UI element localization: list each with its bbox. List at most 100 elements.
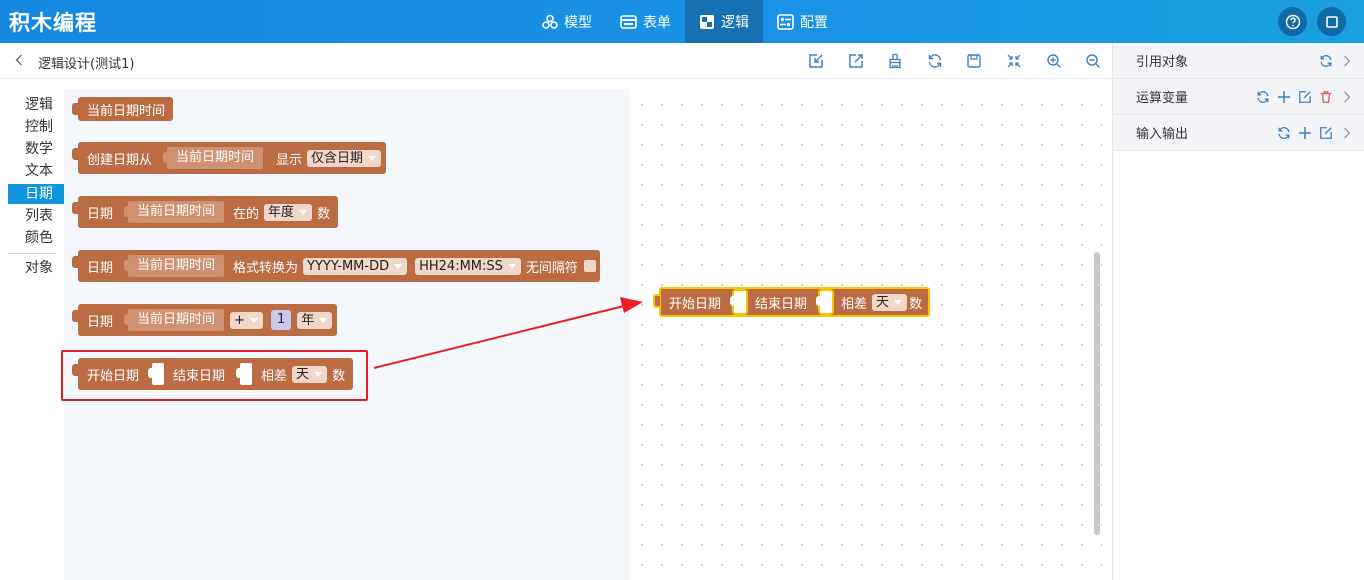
category-control[interactable]: 控制: [8, 117, 64, 137]
block-input-datetime[interactable]: 当前日期时间: [124, 255, 225, 277]
export-icon: [848, 54, 863, 68]
block-label: 相差: [841, 296, 868, 312]
dropdown-arrow-icon: [249, 315, 259, 325]
refresh-icon[interactable]: [1255, 89, 1271, 105]
block-create-date[interactable]: 创建日期从 当前日期时间 显示 仅含日期: [72, 142, 387, 174]
refresh-icon[interactable]: [1318, 53, 1334, 69]
block-label: 结束日期: [755, 296, 808, 312]
right-panel: 引用对象 运算变量 输入输出: [1112, 43, 1364, 580]
model-icon: [542, 14, 558, 29]
block-label: 格式转换为: [233, 260, 299, 276]
right-panel-body: [1113, 151, 1364, 580]
tab-model[interactable]: 模型: [528, 0, 606, 43]
clean-button[interactable]: [885, 51, 905, 71]
collapse-button[interactable]: [1004, 51, 1024, 71]
category-date[interactable]: 日期: [8, 184, 64, 204]
block-label: 日期: [87, 260, 114, 276]
section-referenced-objects[interactable]: 引用对象: [1113, 43, 1364, 79]
category-logic[interactable]: 逻辑: [8, 95, 64, 115]
number-field[interactable]: 1: [270, 310, 292, 330]
zoom-in-button[interactable]: [1044, 51, 1064, 71]
workspace-scrollbar[interactable]: [1094, 252, 1100, 535]
page-title: 逻辑设计(测试1): [38, 57, 135, 72]
zoom-out-button[interactable]: [1083, 51, 1103, 71]
category-object[interactable]: 对象: [8, 258, 64, 278]
chevron-right-icon[interactable]: [1339, 53, 1355, 69]
add-icon[interactable]: [1276, 89, 1292, 105]
start-date-slot[interactable]: [730, 291, 747, 313]
dropdown-arrow-icon: [367, 153, 377, 163]
section-input-output[interactable]: 输入输出: [1113, 115, 1364, 151]
refresh-icon: [928, 54, 941, 68]
block-label: 当前日期时间: [87, 103, 166, 119]
workspace-toolbar: [806, 51, 1123, 71]
block-dropdown[interactable]: 仅含日期: [307, 149, 382, 167]
block-label: 创建日期从: [87, 152, 153, 168]
category-math[interactable]: 数学: [8, 139, 64, 159]
top-bar: 积木编程 模型 表单 逻辑 配置: [0, 0, 1364, 43]
end-date-slot[interactable]: [816, 291, 833, 313]
block-date-add[interactable]: 日期 当前日期时间 + 1 年: [72, 304, 338, 336]
unit-dropdown[interactable]: 年: [297, 311, 333, 329]
section-label: 输入输出: [1136, 127, 1189, 142]
no-separator-checkbox[interactable]: [583, 260, 596, 272]
block-label: 数: [909, 296, 923, 312]
zoom-out-icon: [1086, 54, 1101, 68]
block-date-format[interactable]: 日期 当前日期时间 格式转换为 YYYY-MM-DD HH24:MM:SS 无间…: [72, 250, 600, 282]
import-button[interactable]: [806, 51, 826, 71]
fullscreen-button[interactable]: [1317, 7, 1346, 36]
block-label: 开始日期: [669, 296, 722, 312]
edit-icon[interactable]: [1297, 89, 1313, 105]
block-label: 显示: [276, 152, 303, 168]
block-input-datetime[interactable]: 当前日期时间: [124, 309, 225, 331]
date-format-dropdown[interactable]: YYYY-MM-DD: [303, 257, 408, 275]
tab-form-label: 表单: [643, 14, 671, 31]
tab-config-label: 配置: [800, 14, 828, 31]
time-format-dropdown[interactable]: HH24:MM:SS: [415, 257, 521, 275]
section-label: 运算变量: [1136, 91, 1189, 106]
tab-form[interactable]: 表单: [606, 0, 685, 43]
chevron-right-icon[interactable]: [1339, 89, 1355, 105]
category-color[interactable]: 颜色: [8, 228, 64, 248]
export-button[interactable]: [846, 51, 866, 71]
delete-icon[interactable]: [1318, 89, 1334, 105]
logic-icon: [700, 14, 714, 29]
form-icon: [620, 14, 637, 29]
category-list: 逻辑 控制 数学 文本 日期 列表 颜色 对象: [8, 89, 64, 580]
help-button[interactable]: [1278, 7, 1307, 36]
refresh-icon[interactable]: [1276, 125, 1292, 141]
dropdown-arrow-icon: [318, 315, 328, 325]
canvas-block-date-diff[interactable]: 开始日期 结束日期 相差 天 数: [653, 287, 931, 317]
collapse-icon: [1007, 54, 1021, 68]
import-icon: [809, 54, 823, 68]
unit-dropdown[interactable]: 天: [872, 293, 908, 311]
refresh-button[interactable]: [925, 51, 945, 71]
category-list-blocks[interactable]: 列表: [8, 206, 64, 226]
add-icon[interactable]: [1297, 125, 1313, 141]
edit-icon[interactable]: [1318, 125, 1334, 141]
highlight-box: [61, 350, 368, 401]
category-text[interactable]: 文本: [8, 161, 64, 181]
dropdown-arrow-icon: [298, 207, 308, 217]
block-input-datetime[interactable]: 当前日期时间: [163, 147, 264, 169]
back-button[interactable]: [12, 52, 26, 68]
chevron-left-icon: [15, 54, 22, 66]
tab-config[interactable]: 配置: [763, 0, 842, 43]
help-icon: [1285, 14, 1300, 29]
operator-dropdown[interactable]: +: [230, 311, 263, 329]
tab-logic-label: 逻辑: [721, 14, 749, 31]
save-button[interactable]: [964, 51, 984, 71]
tab-logic[interactable]: 逻辑: [685, 0, 763, 43]
zoom-in-icon: [1046, 54, 1061, 68]
section-variables[interactable]: 运算变量: [1113, 79, 1364, 115]
clean-icon: [889, 53, 901, 69]
block-label: 无间隔符: [525, 260, 578, 276]
block-input-datetime[interactable]: 当前日期时间: [124, 201, 225, 223]
fullscreen-icon: [1325, 15, 1338, 28]
block-dropdown[interactable]: 年度: [264, 203, 313, 221]
chevron-right-icon[interactable]: [1339, 125, 1355, 141]
dropdown-arrow-icon: [393, 261, 403, 271]
sub-header: 逻辑设计(测试1): [0, 43, 1112, 79]
block-date-part[interactable]: 日期 当前日期时间 在的 年度 数: [72, 196, 339, 228]
block-current-datetime[interactable]: 当前日期时间: [72, 97, 174, 121]
